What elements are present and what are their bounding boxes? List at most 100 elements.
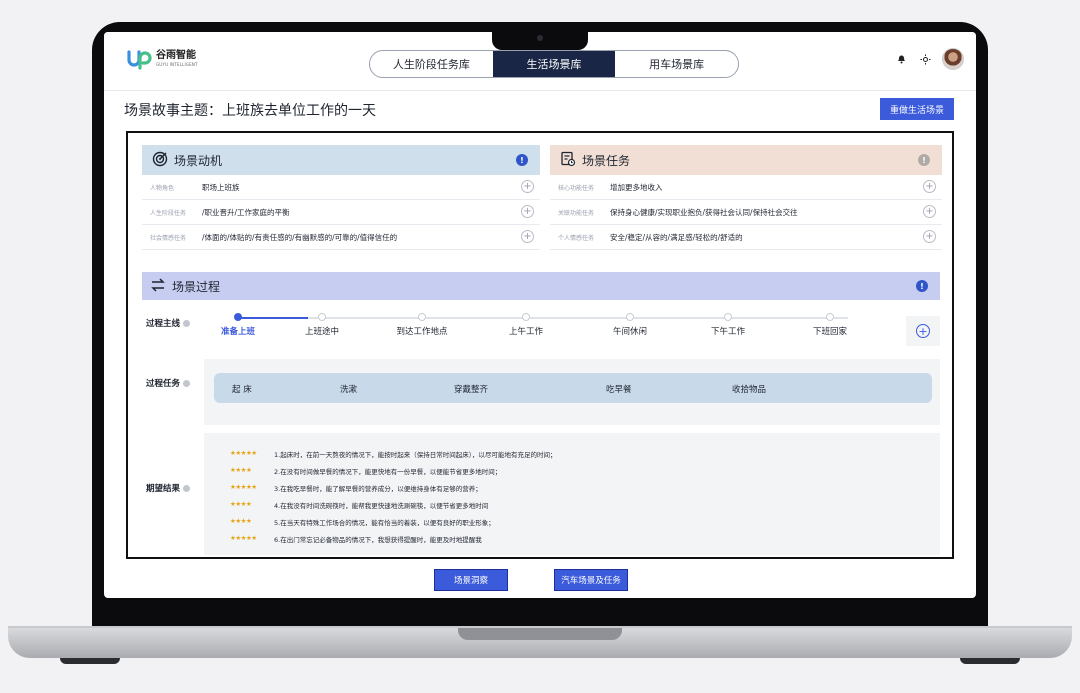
rating-stars: ★★★★★	[230, 449, 257, 457]
title-row: 场景故事主题：上班族去单位工作的一天 重做生活场景	[104, 90, 976, 128]
help-icon[interactable]	[183, 484, 191, 492]
stage-dot	[626, 313, 634, 321]
process-header: 场景过程 !	[142, 272, 940, 300]
row-label: 人生阶段任务	[150, 209, 187, 217]
help-icon[interactable]	[183, 379, 191, 387]
scene-frame: 场景动机 ! 人物角色 职场上班族 + 人生阶段任务 /职业晋升/工作家庭的平衡…	[126, 131, 954, 559]
row-value: 安全/稳定/从容的/满足感/轻松的/舒适的	[610, 232, 743, 242]
row-label: 社会情感任务	[150, 234, 187, 242]
motivation-title: 场景动机	[174, 153, 223, 168]
list-item: ★★★★★ 3.在我吃早餐时，能了解早餐的营养成分，以便维持身体有足够的营养；	[230, 483, 482, 493]
page-title: 场景故事主题：上班族去单位工作的一天	[124, 103, 376, 119]
stage-label: 午间休闲	[612, 327, 647, 337]
car-scene-button[interactable]: 汽车场景及任务	[554, 569, 628, 591]
stage-dot	[234, 313, 242, 321]
add-stage-button[interactable]: +	[906, 316, 940, 346]
task-item[interactable]: 吃早餐	[606, 383, 632, 395]
scene-insight-button[interactable]: 场景洞察	[434, 569, 508, 591]
stage-label: 到达工作地点	[396, 327, 448, 337]
list-item: 个人情感任务 安全/稳定/从容的/满足感/轻松的/舒适的 +	[550, 225, 942, 250]
stage-step[interactable]: 上班途中	[282, 307, 362, 337]
result-text: 3.在我吃早餐时，能了解早餐的营养成分，以便维持身体有足够的营养；	[274, 485, 482, 493]
add-icon[interactable]: +	[521, 180, 534, 193]
app-logo[interactable]: 谷雨智能 GUYU INTELLIGENT	[126, 46, 198, 72]
mainline-label-text: 过程主线	[146, 319, 181, 329]
row-label: 关联功能任务	[558, 209, 595, 217]
list-item: ★★★★ 5.在当天有特殊工作场合的情况，能有恰当的着装，以便有良好的职业形象；	[230, 517, 495, 527]
tab-life-stage-tasks[interactable]: 人生阶段任务库	[370, 51, 493, 77]
tasks-card: 场景任务 ! 核心功能任务 增加更多地收入 + 关联功能任务 保持身心健康/实现…	[550, 145, 942, 250]
stage-dot	[318, 313, 326, 321]
target-icon	[152, 151, 168, 170]
result-text: 4.在我没有时间洗碗筷时，能帮我更快速地洗涮碗筷，以便节省更多地时间	[274, 502, 489, 510]
logo-mark-icon	[126, 46, 152, 72]
row-label: 个人情感任务	[558, 234, 595, 242]
result-text: 6.在出门常忘记必备物品的情况下，我想获得提醒时，能更及时地提醒我	[274, 536, 482, 544]
process-title: 场景过程	[172, 279, 221, 294]
stage-dot	[826, 313, 834, 321]
tab-car-scenes[interactable]: 用车场景库	[615, 51, 738, 77]
sun-icon[interactable]	[918, 52, 932, 66]
stage-label: 上班途中	[304, 327, 339, 337]
list-item: 社会情感任务 /体面的/体贴的/有责任感的/有幽默感的/可靠的/值得信任的 +	[142, 225, 540, 250]
help-icon[interactable]	[183, 319, 191, 327]
stage-label: 上午工作	[508, 327, 543, 337]
stage-step[interactable]: 上午工作	[486, 307, 566, 337]
info-icon[interactable]: !	[918, 154, 930, 166]
list-item: ★★★★★ 1.起床时，在前一天熬夜的情况下，能按时起来（保持日常时间起床），以尽…	[230, 449, 556, 459]
info-icon[interactable]: !	[516, 154, 528, 166]
laptop-hinge	[458, 628, 622, 640]
stage-step[interactable]: 准备上班	[198, 307, 278, 337]
stage-dot	[522, 313, 530, 321]
stage-label: 下班回家	[812, 327, 847, 337]
add-icon[interactable]: +	[521, 230, 534, 243]
swap-arrows-icon	[150, 277, 166, 295]
row-value: 职场上班族	[202, 182, 240, 192]
stage-step[interactable]: 到达工作地点	[382, 307, 462, 337]
task-bar: 起 床 洗漱 穿戴整齐 吃早餐 收拾物品	[214, 373, 932, 403]
stage-step[interactable]: 午间休闲	[590, 307, 670, 337]
stage-step[interactable]: 下午工作	[688, 307, 768, 337]
rating-stars: ★★★★★	[230, 483, 257, 491]
result-label-text: 期望结果	[146, 484, 181, 494]
rating-stars: ★★★★	[230, 517, 252, 525]
app-screen: 谷雨智能 GUYU INTELLIGENT 人生阶段任务库 生活场景库 用车场景…	[104, 32, 976, 598]
result-text: 2.在没有时间做早餐的情况下，能更快地有一份早餐，以便能节省更多地时间；	[274, 468, 502, 476]
main-tabs: 人生阶段任务库 生活场景库 用车场景库	[369, 50, 739, 78]
mainline-label: 过程主线	[146, 317, 191, 329]
list-item: 关联功能任务 保持身心健康/实现职业抱负/获得社会认同/保持社会交往 +	[550, 200, 942, 225]
result-label: 期望结果	[146, 482, 191, 494]
row-value: 增加更多地收入	[610, 182, 663, 192]
avatar[interactable]	[942, 48, 964, 70]
laptop-foot	[960, 658, 1020, 664]
add-icon[interactable]: +	[521, 205, 534, 218]
rating-stars: ★★★★	[230, 500, 252, 508]
row-value: /体面的/体贴的/有责任感的/有幽默感的/可靠的/值得信任的	[202, 232, 398, 242]
task-item[interactable]: 洗漱	[340, 383, 357, 395]
task-item[interactable]: 穿戴整齐	[454, 383, 488, 395]
redo-scene-button[interactable]: 重做生活场景	[880, 98, 954, 120]
info-icon[interactable]: !	[916, 280, 928, 292]
task-item[interactable]: 起 床	[232, 383, 252, 395]
bell-icon[interactable]	[894, 52, 908, 66]
stage-step[interactable]: 下班回家	[790, 307, 870, 337]
header-actions	[894, 48, 964, 70]
add-icon[interactable]: +	[923, 230, 936, 243]
list-item: ★★★★★ 6.在出门常忘记必备物品的情况下，我想获得提醒时，能更及时地提醒我	[230, 534, 482, 544]
task-item[interactable]: 收拾物品	[732, 383, 766, 395]
laptop-foot	[60, 658, 120, 664]
logo-subtitle: GUYU INTELLIGENT	[156, 62, 198, 67]
motivation-header: 场景动机 !	[142, 145, 540, 175]
task-panel: 起 床 洗漱 穿戴整齐 吃早餐 收拾物品	[204, 359, 940, 425]
row-value: /职业晋升/工作家庭的平衡	[202, 207, 290, 217]
motivation-card: 场景动机 ! 人物角色 职场上班族 + 人生阶段任务 /职业晋升/工作家庭的平衡…	[142, 145, 540, 250]
result-text: 5.在当天有特殊工作场合的情况，能有恰当的着装，以便有良好的职业形象；	[274, 519, 495, 527]
tab-life-scenes[interactable]: 生活场景库	[492, 51, 616, 77]
row-value: 保持身心健康/实现职业抱负/获得社会认同/保持社会交往	[610, 207, 798, 217]
add-icon[interactable]: +	[923, 180, 936, 193]
logo-name: 谷雨智能	[156, 50, 196, 61]
stage-label: 准备上班	[220, 327, 255, 337]
result-panel: ★★★★★ 1.起床时，在前一天熬夜的情况下，能按时起来（保持日常时间起床），以尽…	[204, 433, 940, 555]
rating-stars: ★★★★★	[230, 534, 257, 542]
add-icon[interactable]: +	[923, 205, 936, 218]
